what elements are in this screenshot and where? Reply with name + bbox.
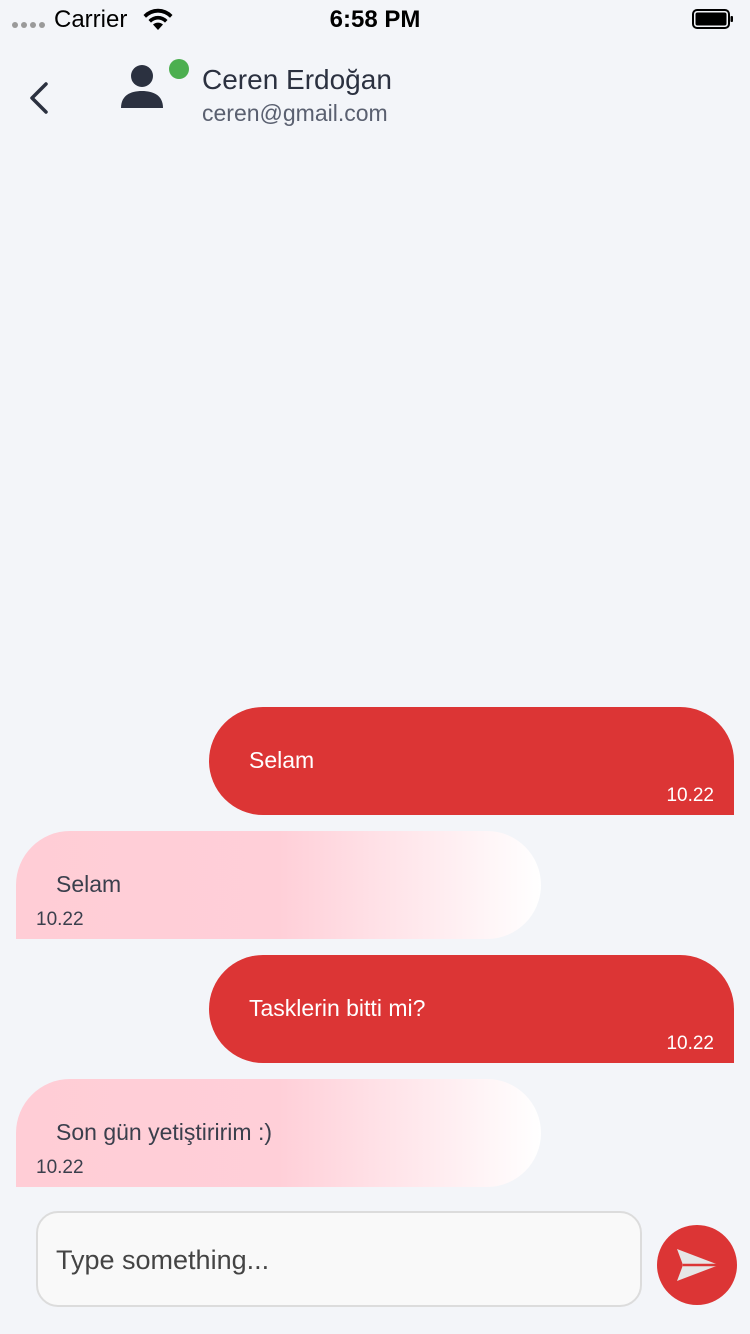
message-text: Selam [249,747,315,773]
status-bar: Carrier 6:58 PM [0,0,750,40]
send-button[interactable] [657,1225,737,1305]
message-input[interactable] [54,1213,628,1307]
clock: 6:58 PM [329,6,421,33]
back-button[interactable] [24,78,60,118]
contact-email: ceren@gmail.com [202,100,388,126]
message-text: Son gün yetiştiririm :) [56,1119,273,1145]
message-time: 10.22 [666,785,714,806]
message-bubble-sent: Tasklerin bitti mi? 10.22 [209,955,734,1063]
message-text: Selam [56,871,122,897]
contact-name: Ceren Erdoğan [202,64,392,95]
send-icon [677,1249,719,1281]
message-bubble-received: Son gün yetiştiririm :) 10.22 [16,1079,541,1187]
message-text: Tasklerin bitti mi? [249,995,426,1021]
online-status-dot [169,59,189,79]
message-time: 10.22 [666,1033,714,1054]
chevron-left-icon [30,82,48,114]
message-bubble-received: Selam 10.22 [16,831,541,939]
battery-icon [692,9,733,29]
message-bubble-sent: Selam 10.22 [209,707,734,815]
message-input-container [36,1211,642,1307]
person-icon [121,65,163,108]
message-time: 10.22 [36,1157,84,1178]
message-time: 10.22 [36,909,84,930]
